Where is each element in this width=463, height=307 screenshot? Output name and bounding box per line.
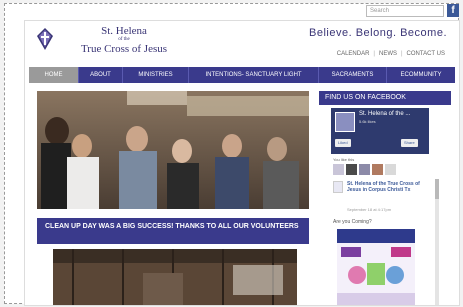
nav-intentions[interactable]: INTENTIONS- SANCTUARY LIGHT [189, 67, 319, 83]
page-name[interactable]: St. Helena of the ... [359, 111, 410, 117]
sidebar-scrollbar[interactable] [435, 179, 439, 305]
post-date: September 18 at 4:17pm [347, 207, 392, 212]
site-tagline: Believe. Belong. Become. [309, 27, 447, 39]
logo-line-3: True Cross of Jesus [80, 43, 168, 55]
contact-us-link[interactable]: CONTACT US [403, 51, 449, 57]
sidebar-title: FIND US ON FACEBOOK [319, 91, 451, 105]
news-headline[interactable]: CLEAN UP DAY WAS A BIG SUCCESS! THANKS T… [37, 218, 309, 244]
event-poster-image[interactable] [337, 229, 415, 306]
page-avatar [335, 112, 355, 132]
cross-logo-icon[interactable] [37, 28, 53, 50]
nav-home[interactable]: HOME [29, 67, 79, 83]
share-button[interactable]: Share [401, 139, 418, 147]
nav-about[interactable]: ABOUT [79, 67, 123, 83]
you-like-text: You like this [333, 157, 355, 162]
nav-sacraments[interactable]: SACRAMENTS [319, 67, 387, 83]
scrollbar-thumb[interactable] [435, 179, 439, 199]
news-link[interactable]: NEWS [375, 51, 401, 57]
avatar [359, 164, 370, 175]
avatar [333, 164, 344, 175]
search-input[interactable]: Search [366, 5, 444, 17]
avatar [346, 164, 357, 175]
avatar [385, 164, 396, 175]
post-text: Are you Coming? [333, 219, 372, 225]
facebook-icon[interactable]: f [447, 4, 459, 17]
page-container: St. Helena of the True Cross of Jesus Be… [24, 20, 460, 306]
facebook-sidebar: FIND US ON FACEBOOK St. Helena of the ..… [319, 91, 451, 306]
facebook-page-card[interactable]: St. Helena of the ... 5.6k likes Liked S… [331, 108, 429, 154]
avatar [372, 164, 383, 175]
volunteer-photo[interactable] [53, 249, 297, 306]
friend-avatars [333, 164, 398, 175]
logo-line-1: St. Helena [101, 25, 147, 37]
site-logo[interactable]: St. Helena of the True Cross of Jesus [59, 25, 189, 56]
nav-ministries[interactable]: MINISTRIES [123, 67, 189, 83]
page-likes: 5.6k likes [359, 119, 376, 124]
post-title[interactable]: St. Helena of the True Cross of Jesus in… [347, 181, 427, 193]
main-nav: HOME ABOUT MINISTRIES INTENTIONS- SANCTU… [29, 67, 455, 83]
post-avatar [333, 181, 343, 193]
liked-button[interactable]: Liked [335, 139, 351, 147]
hero-photo[interactable] [37, 91, 309, 209]
calendar-link[interactable]: CALENDAR [333, 51, 374, 57]
utility-links: CALENDAR | NEWS | CONTACT US [333, 51, 449, 57]
nav-ecommunity[interactable]: ECOMMUNITY [387, 67, 455, 83]
